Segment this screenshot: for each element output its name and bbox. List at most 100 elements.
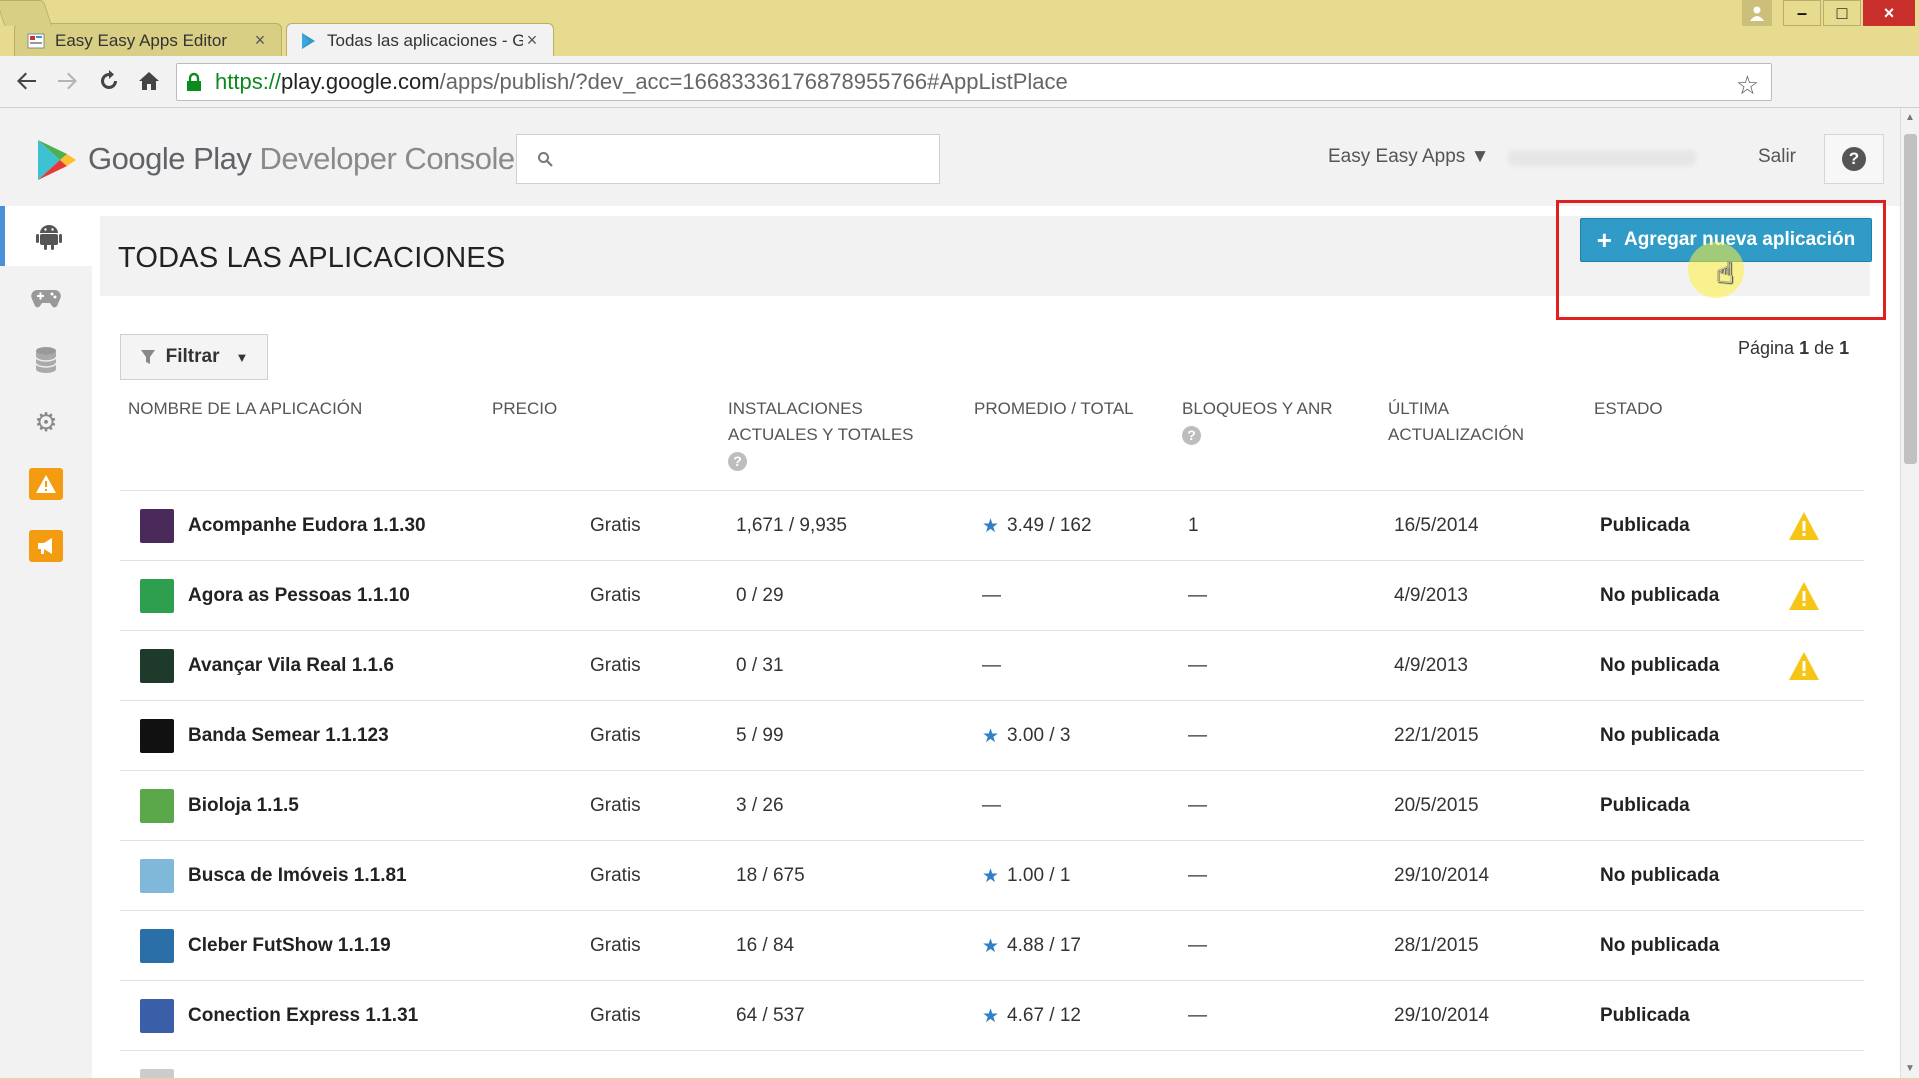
app-rating: — [982, 771, 1001, 841]
column-header-rating[interactable]: PROMEDIO / TOTAL [974, 396, 1134, 422]
app-crashes: — [1188, 935, 1207, 956]
app-name-link[interactable]: Banda Semear 1.1.123 [188, 701, 389, 771]
address-bar[interactable]: https://play.google.com/apps/publish/?de… [176, 63, 1772, 101]
help-icon[interactable]: ? [728, 452, 747, 471]
developer-console-page: Google Play Developer Console Easy Easy … [0, 108, 1900, 1078]
app-rating: — [982, 561, 1001, 631]
help-button[interactable]: ? [1824, 134, 1884, 184]
home-icon[interactable] [134, 66, 164, 96]
column-header-line: BLOQUEOS Y ANR [1182, 399, 1333, 418]
forward-arrow-icon[interactable] [52, 66, 82, 96]
sidebar-item-announcements[interactable] [0, 516, 92, 576]
column-header-status[interactable]: ESTADO [1594, 396, 1663, 422]
search-icon [538, 152, 553, 167]
app-crashes: — [1188, 1005, 1207, 1026]
app-installs: 1,671 / 9,935 [736, 515, 847, 536]
alert-icon [29, 468, 63, 500]
sidebar-item-all-apps[interactable] [0, 206, 92, 266]
app-icon [140, 999, 174, 1033]
table-row[interactable]: Busca de Imóveis 1.1.81 Gratis 18 / 675 ★ 1.… [120, 840, 1864, 910]
column-header-last-update[interactable]: ÚLTIMA ACTUALIZACIÓN [1388, 396, 1524, 448]
table-row[interactable]: Banda Semear 1.1.123 Gratis 5 / 99 ★ 3.00 / … [120, 700, 1864, 770]
brand-google-play: Google Play [88, 141, 252, 176]
app-name-link[interactable]: Acompanhe Eudora 1.1.30 [188, 491, 426, 561]
new-tab-button[interactable] [0, 0, 53, 26]
app-name-link[interactable]: Busca de Imóveis 1.1.81 [188, 841, 407, 911]
column-header-line: ACTUALES Y TOTALES [728, 425, 914, 444]
table-row[interactable]: Bioloja 1.1.5 Gratis 3 / 26 — — 20/5/2015 Publ… [120, 770, 1864, 840]
app-rating: — [982, 631, 1001, 701]
app-name-link[interactable]: Agora as Pessoas 1.1.10 [188, 561, 410, 631]
tab-todas-las-aplicaciones[interactable]: Todas las aplicaciones - G × [286, 23, 554, 57]
app-rating: ★ 3.00 / 3 [982, 701, 1070, 771]
tab-close-icon[interactable]: × [251, 30, 269, 51]
table-row[interactable]: Acompanhe Eudora 1.1.30 Gratis 1,671 / 9,9… [120, 490, 1864, 560]
rating-value: 3.49 / 162 [1007, 515, 1092, 536]
table-row[interactable]: Conection Express 1.1.31 Gratis 64 / 537 ★ 4… [120, 980, 1864, 1050]
sidebar-item-alerts[interactable] [0, 454, 92, 514]
column-header-name[interactable]: NOMBRE DE LA APLICACIÓN [128, 396, 362, 422]
warning-cell [1788, 491, 1820, 561]
app-last-update: 16/5/2014 [1394, 515, 1479, 536]
app-icon [140, 789, 174, 823]
rating-value: — [982, 585, 1001, 606]
maximize-button[interactable]: □ [1823, 0, 1861, 26]
sidebar: ⚙ [0, 206, 92, 1078]
window-titlebar: Easy Easy Apps Editor × Todas las aplica… [0, 0, 1919, 57]
app-last-update: 29/10/2014 [1394, 1005, 1490, 1026]
google-play-favicon-icon [302, 32, 315, 49]
bookmark-star-icon[interactable]: ☆ [1736, 70, 1759, 101]
app-icon-cell [140, 491, 174, 561]
signout-link[interactable]: Salir [1758, 146, 1796, 168]
warning-icon[interactable] [1788, 651, 1820, 681]
rating-star-icon: ★ [982, 865, 1000, 887]
tab-close-icon[interactable]: × [523, 30, 541, 51]
app-installs: 0 / 31 [736, 655, 784, 676]
column-header-line: ÚLTIMA [1388, 399, 1450, 418]
app-price: Gratis [590, 935, 641, 956]
user-profile-icon[interactable] [1742, 0, 1772, 26]
minimize-button[interactable]: – [1783, 0, 1821, 26]
help-icon[interactable]: ? [1182, 426, 1201, 445]
app-icon-cell [140, 561, 174, 631]
table-row[interactable] [120, 1050, 1864, 1078]
column-header-price[interactable]: PRECIO [492, 396, 557, 422]
warning-icon[interactable] [1788, 511, 1820, 541]
sidebar-item-game-services[interactable] [0, 268, 92, 328]
warning-icon[interactable] [1788, 581, 1820, 611]
rating-value: 4.88 / 17 [1007, 935, 1081, 956]
sidebar-item-settings[interactable]: ⚙ [0, 392, 92, 452]
tab-easy-easy-apps-editor[interactable]: Easy Easy Apps Editor × [14, 23, 282, 57]
filter-button[interactable]: Filtrar ▼ [120, 334, 268, 380]
brand-developer-console: Developer Console [259, 141, 516, 176]
page-scrollbar[interactable]: ▲ ▼ [1900, 108, 1919, 1078]
scroll-up-arrow-icon[interactable]: ▲ [1905, 112, 1915, 123]
column-header-installs[interactable]: INSTALACIONES ACTUALES Y TOTALES ? [728, 396, 914, 474]
app-price: Gratis [590, 865, 641, 886]
app-name-link[interactable]: Conection Express 1.1.31 [188, 981, 418, 1051]
main-content: TODAS LAS APLICACIONES + Agregar nueva a… [92, 200, 1900, 1078]
search-input[interactable] [516, 134, 940, 184]
app-installs: 3 / 26 [736, 795, 784, 816]
app-price: Gratis [590, 1005, 641, 1026]
rating-value: 4.67 / 12 [1007, 1005, 1081, 1026]
app-name-link[interactable]: Bioloja 1.1.5 [188, 771, 299, 841]
scroll-down-arrow-icon[interactable]: ▼ [1905, 1063, 1915, 1074]
table-row[interactable]: Agora as Pessoas 1.1.10 Gratis 0 / 29 — — 4/9… [120, 560, 1864, 630]
table-row[interactable]: Avançar Vila Real 1.1.6 Gratis 0 / 31 — — 4/9… [120, 630, 1864, 700]
rating-value: 1.00 / 1 [1007, 865, 1071, 886]
database-icon [35, 347, 57, 373]
rating-star-icon: ★ [982, 1005, 1000, 1027]
scrollbar-thumb[interactable] [1904, 134, 1917, 464]
app-name-link[interactable]: Avançar Vila Real 1.1.6 [188, 631, 394, 701]
back-arrow-icon[interactable] [12, 66, 42, 96]
sidebar-item-apis[interactable] [0, 330, 92, 390]
table-row[interactable]: Cleber FutShow 1.1.19 Gratis 16 / 84 ★ 4.88 … [120, 910, 1864, 980]
reload-icon[interactable] [94, 66, 124, 96]
column-header-line: PROMEDIO / TOTAL [974, 399, 1134, 418]
app-icon [140, 649, 174, 683]
app-name-link[interactable]: Cleber FutShow 1.1.19 [188, 911, 391, 981]
account-dropdown[interactable]: Easy Easy Apps ▼ [1328, 146, 1489, 168]
close-window-button[interactable]: × [1863, 0, 1915, 26]
column-header-crashes[interactable]: BLOQUEOS Y ANR ? [1182, 396, 1333, 448]
